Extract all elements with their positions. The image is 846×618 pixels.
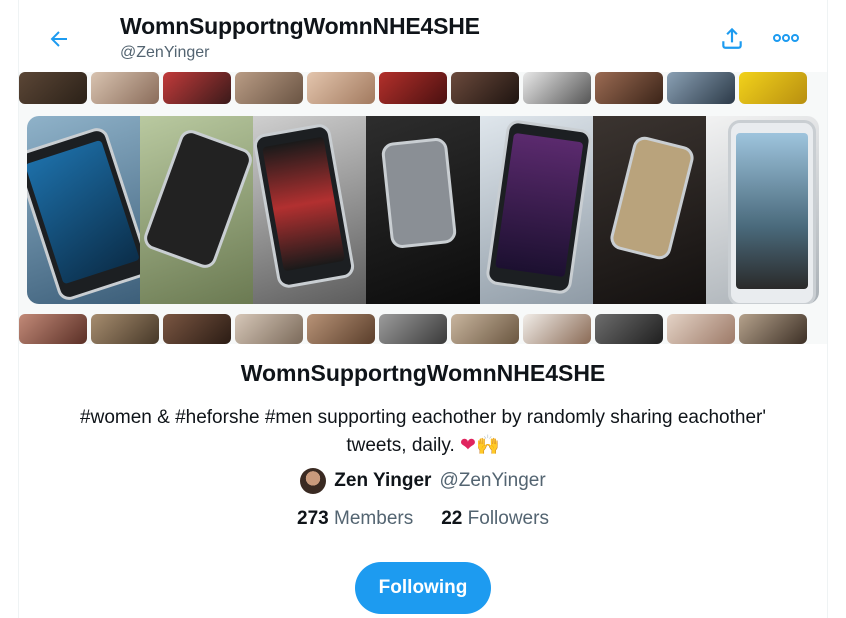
raised-hands-emoji: 🙌	[475, 435, 500, 456]
share-button[interactable]	[712, 18, 752, 58]
header: WomnSupportngWomnNHE4SHE @ZenYinger	[0, 0, 846, 72]
list-banner-image	[19, 72, 827, 344]
owner-name[interactable]: Zen Yinger	[334, 470, 431, 492]
banner-faces-top	[19, 72, 807, 104]
heart-emoji: ❤	[460, 435, 476, 456]
more-button[interactable]	[766, 18, 806, 58]
owner-handle[interactable]: @ZenYinger	[439, 470, 545, 492]
members-link[interactable]: 273 Members	[297, 508, 413, 530]
page-subtitle-handle: @ZenYinger	[120, 44, 210, 61]
list-name: WomnSupportngWomnNHE4SHE	[240, 360, 606, 386]
page-title: WomnSupportngWomnNHE4SHE	[120, 13, 480, 39]
following-button[interactable]: Following	[355, 562, 491, 614]
back-button[interactable]	[40, 20, 78, 58]
share-icon	[722, 27, 742, 49]
list-description: #women & #heforshe #men supporting eacho…	[40, 404, 806, 460]
arrow-left-icon	[50, 31, 67, 47]
members-label: Members	[334, 508, 414, 529]
more-horizontal-icon	[773, 34, 799, 42]
followers-count: 22	[441, 508, 463, 529]
title-block: WomnSupportngWomnNHE4SHE @ZenYinger	[120, 12, 480, 62]
list-owner[interactable]: Zen Yinger @ZenYinger	[0, 468, 846, 494]
followers-link[interactable]: 22 Followers	[441, 508, 549, 530]
description-line1: #women & #heforshe #men supporting eacho…	[80, 407, 766, 428]
followers-label: Followers	[467, 508, 549, 529]
banner-faces-bottom	[19, 314, 807, 344]
avatar[interactable]	[300, 468, 327, 494]
members-count: 273	[297, 508, 329, 529]
list-stats: 273 Members 22 Followers	[0, 508, 846, 530]
description-line2: tweets, daily.	[346, 435, 455, 456]
banner-phones-collage	[27, 116, 819, 304]
